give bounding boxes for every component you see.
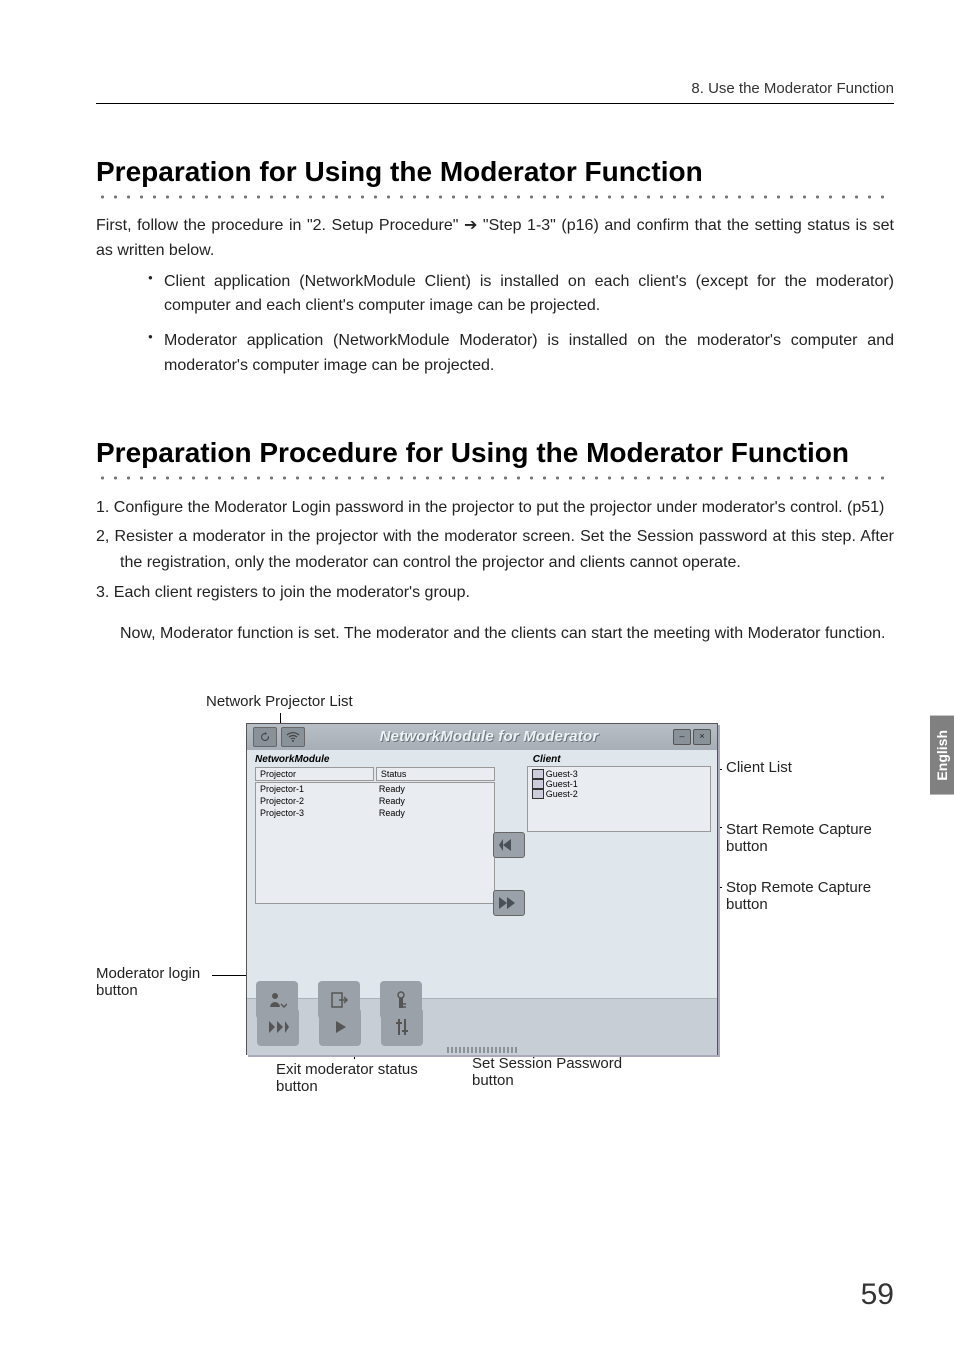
start-remote-capture-button[interactable] — [493, 832, 525, 858]
close-button[interactable]: × — [693, 729, 711, 745]
minimize-button[interactable]: – — [673, 729, 691, 745]
exit-moderator-button[interactable] — [318, 981, 360, 1019]
col-status: Status — [376, 767, 495, 781]
client-name: Guest-1 — [546, 779, 578, 789]
moderator-login-button[interactable] — [256, 981, 298, 1019]
dot-rule — [96, 473, 894, 483]
step-2: 2, Resister a moderator in the projector… — [96, 524, 894, 575]
monitor-icon — [532, 789, 544, 799]
step-1: 1. Configure the Moderator Login passwor… — [96, 495, 894, 521]
section1-bullet-1: Client application (NetworkModule Client… — [126, 270, 894, 330]
right-group-title: Client — [507, 754, 711, 765]
set-session-password-button[interactable] — [380, 981, 422, 1019]
label-set-session: Set Session Password button — [472, 1055, 652, 1089]
client-panel: Client Guest-3 Guest-1 Guest-2 — [501, 750, 717, 998]
stop-remote-capture-button[interactable] — [493, 890, 525, 916]
projector-list[interactable]: Projector-1Ready Projector-2Ready Projec… — [255, 782, 495, 904]
chapter-header: 8. Use the Moderator Function — [96, 80, 894, 104]
section2-title: Preparation Procedure for Using the Mode… — [96, 437, 894, 469]
language-tab: English — [930, 716, 954, 795]
monitor-icon — [532, 779, 544, 789]
section1-title: Preparation for Using the Moderator Func… — [96, 156, 894, 188]
wifi-icon[interactable] — [281, 727, 305, 747]
projector-name: Projector-3 — [256, 807, 375, 819]
closing-text: Now, Moderator function is set. The mode… — [96, 621, 894, 647]
label-npl: Network Projector List — [206, 693, 353, 710]
resize-handle[interactable] — [447, 1047, 517, 1053]
left-group-title: NetworkModule — [255, 754, 495, 765]
label-start-remote: Start Remote Capture button — [726, 821, 896, 855]
step-3: 3. Each client registers to join the mod… — [96, 580, 894, 606]
refresh-icon[interactable] — [253, 727, 277, 747]
projector-status: Ready — [375, 795, 494, 807]
col-projector: Projector — [255, 767, 374, 781]
label-stop-remote: Stop Remote Capture button — [726, 879, 896, 913]
titlebar: NetworkModule for Moderator – × — [247, 724, 717, 750]
label-mod-login: Moderator login button — [96, 965, 226, 999]
monitor-icon — [532, 769, 544, 779]
section1-intro: First, follow the procedure in "2. Setup… — [96, 214, 894, 264]
label-client-list: Client List — [726, 759, 792, 776]
projector-status: Ready — [375, 807, 494, 819]
dot-rule — [96, 192, 894, 202]
client-name: Guest-2 — [546, 789, 578, 799]
projector-status: Ready — [375, 783, 494, 795]
client-name: Guest-3 — [546, 769, 578, 779]
app-title: NetworkModule for Moderator — [305, 728, 673, 745]
section1-bullet-2: Moderator application (NetworkModule Mod… — [126, 329, 894, 389]
page-number: 59 — [861, 1278, 894, 1312]
client-list[interactable]: Guest-3 Guest-1 Guest-2 — [527, 766, 711, 832]
projector-name: Projector-2 — [256, 795, 375, 807]
projector-name: Projector-1 — [256, 783, 375, 795]
projector-panel: NetworkModule Projector Status Projector… — [247, 750, 501, 998]
figure: Network Projector List Client List Start… — [96, 699, 894, 1129]
label-exit-mod: Exit moderator status button — [276, 1061, 446, 1095]
